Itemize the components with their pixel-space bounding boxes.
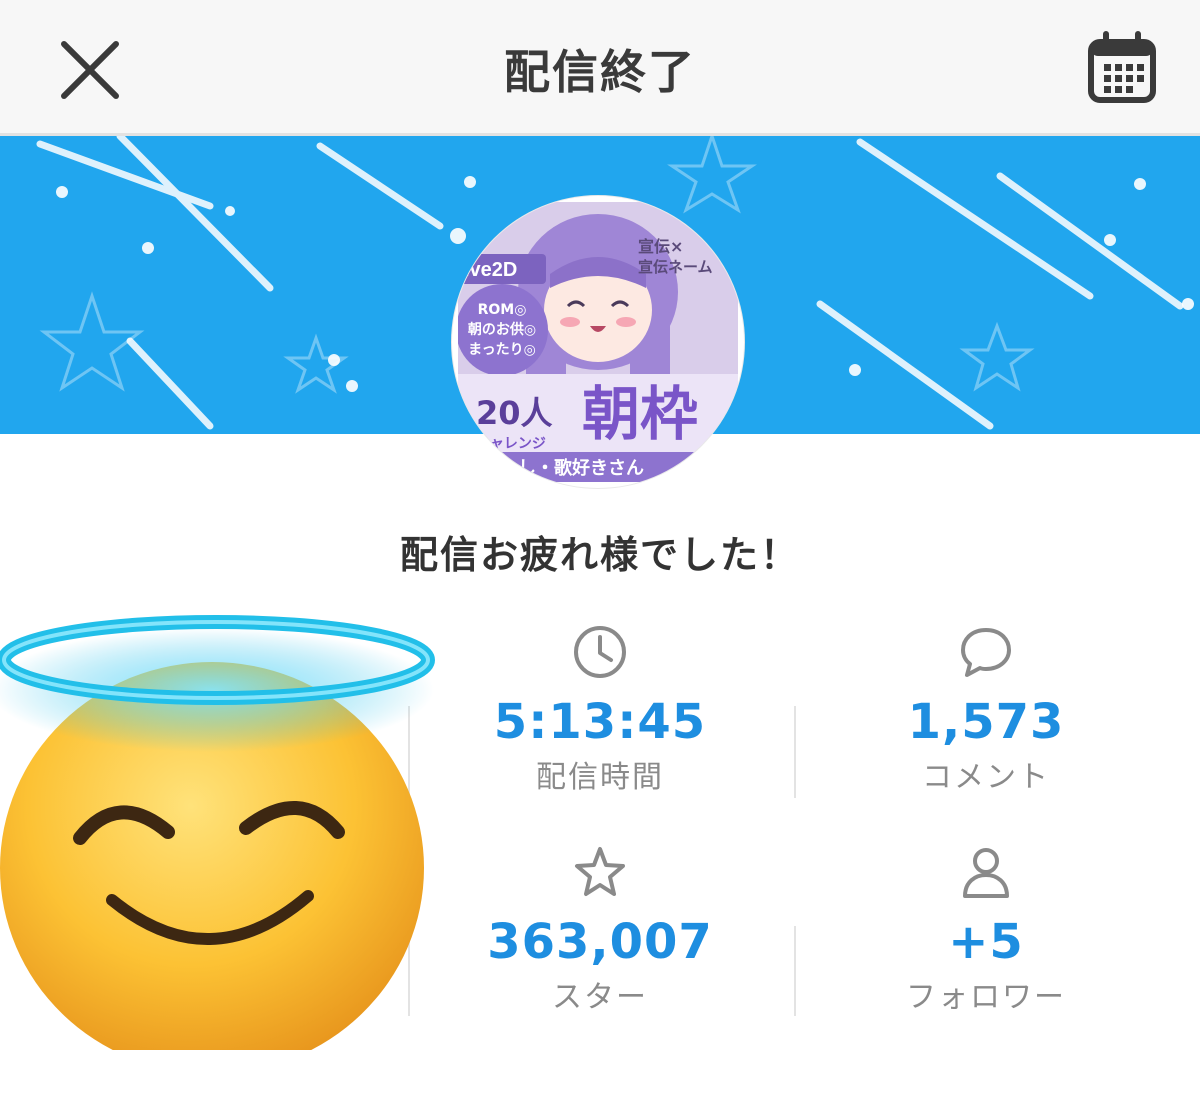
avatar-tag-promo: 宣伝×	[638, 237, 683, 256]
avatar-image: ive2D 宣伝× 宣伝ネーム ROM◎ 朝のお供◎ まったり◎ 朝枠 20人 …	[458, 202, 738, 482]
stat-followers: +5 フォロワー	[796, 842, 1176, 1016]
stat-comments-value: 1,573	[907, 694, 1065, 750]
avatar-tag-morning: 朝のお供◎	[468, 321, 536, 338]
stat-stars: 363,007 スター	[410, 842, 790, 1016]
calendar-icon	[1088, 31, 1156, 103]
stat-stars-label: スター	[552, 980, 648, 1015]
calendar-button[interactable]	[1082, 28, 1162, 108]
avatar-tag-rom: ROM◎	[478, 302, 527, 318]
stat-duration-label: 配信時間	[536, 760, 664, 795]
avatar-big-text: 朝枠	[582, 380, 698, 448]
stat-comments: 1,573 コメント	[796, 622, 1176, 796]
avatar-count-text: 20人	[476, 394, 553, 432]
smiling-face-with-halo-icon	[0, 615, 435, 1050]
user-icon	[963, 848, 1009, 898]
avatar-challenge-text: チャレンジ	[476, 436, 546, 452]
stat-duration: 5:13:45 配信時間	[410, 622, 790, 796]
stat-comments-label: コメント	[922, 760, 1050, 795]
header-bar: 配信終了	[0, 0, 1200, 136]
avatar-bottom-text: し・歌好きさん	[518, 457, 644, 479]
avatar-tag-relax: まったり◎	[468, 342, 536, 358]
clock-icon	[574, 626, 626, 678]
star-icon	[575, 847, 625, 896]
avatar[interactable]: ive2D 宣伝× 宣伝ネーム ROM◎ 朝のお供◎ まったり◎ 朝枠 20人 …	[452, 196, 744, 488]
avatar-tag-live2d: ive2D	[464, 259, 517, 281]
stat-stars-value: 363,007	[487, 914, 713, 970]
stream-finished-message: 配信お疲れ様でした！	[399, 533, 800, 577]
avatar-tag-promo-name: 宣伝ネーム	[638, 258, 713, 276]
comment-icon	[961, 628, 1011, 677]
stat-followers-label: フォロワー	[906, 980, 1066, 1015]
stat-followers-value: +5	[948, 914, 1024, 970]
page-title: 配信終了	[504, 45, 696, 99]
stat-duration-value: 5:13:45	[493, 694, 707, 750]
